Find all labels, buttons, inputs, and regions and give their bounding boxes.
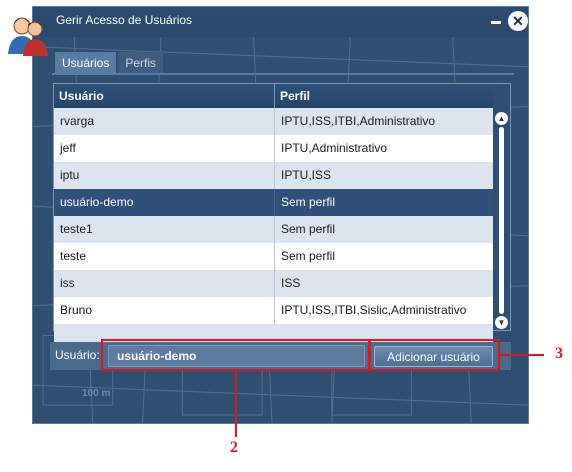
tab-perfis[interactable]: Perfis	[118, 52, 164, 74]
tab-bar: Usuários Perfis	[55, 52, 165, 74]
table-row-selected[interactable]: usuário-demo Sem perfil	[54, 189, 493, 216]
table-row[interactable]: teste Sem perfil	[54, 243, 493, 270]
map-scale-label: 100 m	[82, 388, 111, 399]
cell-user: Bruno	[54, 297, 275, 324]
callout-line-input	[235, 371, 237, 437]
vertical-scrollbar[interactable]: ▲ ▼	[493, 84, 510, 330]
table-row[interactable]: rvarga IPTU,ISS,ITBI,Administrativo	[54, 108, 493, 135]
window-title: Gerir Acesso de Usuários	[56, 13, 193, 27]
scroll-thumb[interactable]	[499, 127, 504, 314]
cell-user: usuário-demo	[54, 189, 275, 216]
cell-profile: Sem perfil	[281, 249, 336, 263]
table-row[interactable]: jeff IPTU,Administrativo	[54, 135, 493, 162]
close-icon[interactable]: ✕	[508, 11, 528, 31]
column-header-perfil[interactable]: Perfil	[275, 84, 493, 108]
tab-usuarios[interactable]: Usuários	[55, 52, 117, 74]
table-row[interactable]: teste1 Sem perfil	[54, 216, 493, 243]
callout-number-2: 2	[230, 439, 238, 456]
table-row[interactable]: iss ISS	[54, 270, 493, 297]
tab-underline	[52, 73, 514, 75]
scroll-up-icon[interactable]: ▲	[495, 112, 508, 125]
table-header: Usuário Perfil	[54, 84, 493, 109]
table-row[interactable]: Bruno IPTU,ISS,ITBI,Sislic,Administrativ…	[54, 297, 493, 324]
user-field-label: Usuário:	[55, 348, 100, 362]
scroll-down-icon[interactable]: ▼	[495, 316, 508, 329]
minimize-icon[interactable]	[491, 21, 501, 24]
users-icon	[8, 17, 48, 56]
cell-user: teste1	[54, 216, 275, 243]
cell-user: iss	[54, 270, 275, 297]
cell-profile: ISS	[281, 276, 301, 290]
cell-profile: Sem perfil	[281, 222, 336, 236]
table-body: rvarga IPTU,ISS,ITBI,Administrativo jeff…	[54, 108, 493, 343]
table-row[interactable]: iptu IPTU,ISS	[54, 162, 493, 189]
title-bar[interactable]: Gerir Acesso de Usuários ✕	[33, 7, 528, 37]
cell-profile: IPTU,ISS,ITBI,Administrativo	[281, 114, 436, 128]
callout-number-3: 3	[555, 345, 563, 362]
cell-user: rvarga	[54, 108, 275, 135]
cell-profile: IPTU,ISS,ITBI,Sislic,Administrativo	[281, 303, 467, 317]
cell-user: teste	[54, 243, 275, 270]
callout-box-input	[101, 339, 370, 371]
column-header-usuario[interactable]: Usuário	[54, 84, 275, 108]
users-table: Usuário Perfil rvarga IPTU,ISS,ITBI,Admi…	[53, 83, 511, 343]
cell-user: iptu	[54, 162, 275, 189]
cell-user: jeff	[54, 135, 275, 162]
callout-line-button	[500, 354, 544, 356]
cell-profile: IPTU,ISS	[281, 168, 332, 182]
callout-box-button	[369, 339, 500, 371]
cell-profile: Sem perfil	[281, 195, 336, 209]
cell-profile: IPTU,Administrativo	[281, 141, 388, 155]
